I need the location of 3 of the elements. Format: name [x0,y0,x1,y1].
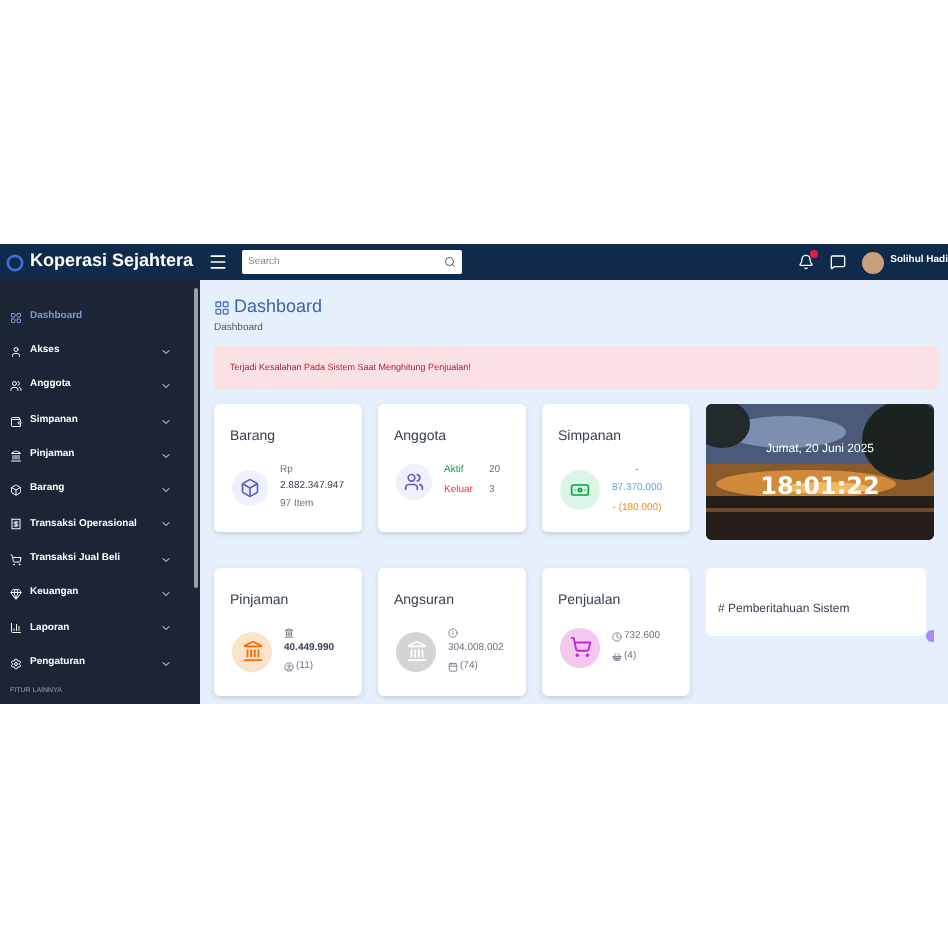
page-title: Dashboard [234,294,323,320]
time-text: 18:01:22 [760,469,880,503]
brand-name: Koperasi Sejahtera [30,248,194,275]
